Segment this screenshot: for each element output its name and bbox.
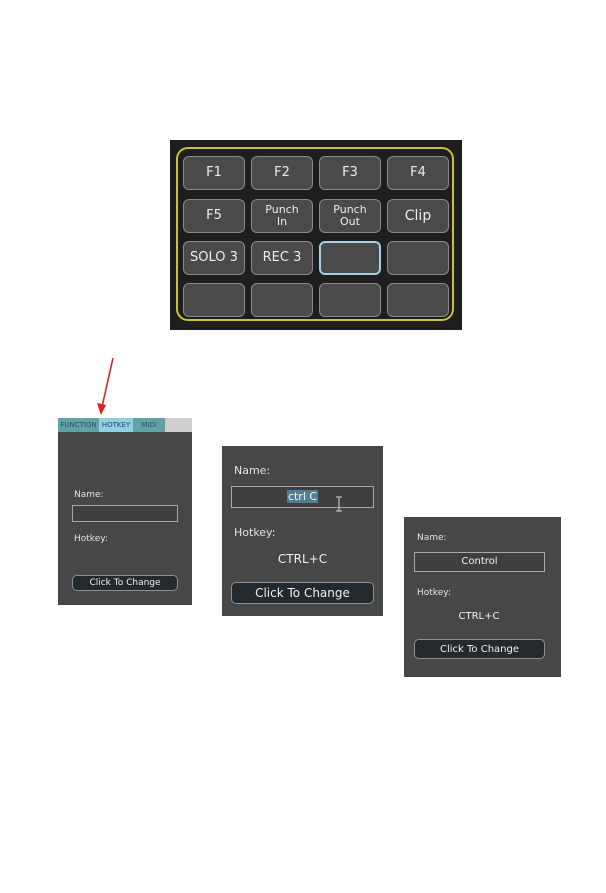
name-input[interactable]: Control — [414, 552, 545, 572]
pad-button[interactable]: F4 — [387, 156, 449, 190]
pad-button[interactable]: Punch Out — [319, 199, 381, 233]
pad-button[interactable] — [387, 241, 449, 275]
name-label: Name: — [234, 464, 271, 477]
name-input[interactable] — [72, 505, 178, 522]
pad-button[interactable] — [319, 283, 381, 317]
tab-midi[interactable]: MIDI — [133, 418, 165, 432]
hotkey-label: Hotkey: — [417, 588, 451, 598]
click-to-change-button[interactable]: Click To Change — [414, 639, 545, 659]
pad-button[interactable]: Clip — [387, 199, 449, 233]
red-arrow-icon — [97, 357, 114, 415]
hotkey-panel-done: Name: Control Hotkey: CTRL+C Click To Ch… — [404, 517, 561, 677]
pad-button[interactable]: F1 — [183, 156, 245, 190]
pad-button[interactable] — [387, 283, 449, 317]
tab-function[interactable]: FUNCTION — [58, 418, 99, 432]
click-to-change-button[interactable]: Click To Change — [231, 582, 374, 604]
pad-button[interactable]: F5 — [183, 199, 245, 233]
hotkey-panel-empty: FUNCTION HOTKEY MIDI Name: Hotkey: Click… — [58, 418, 192, 605]
hotkey-value: CTRL+C — [458, 611, 500, 622]
hotkey-label: Hotkey: — [74, 534, 108, 544]
pad-grid-panel: F1 F2 F3 F4 F5 Punch In Punch Out Clip SOLO 3 REC… — [170, 140, 462, 330]
pad-button[interactable]: SOLO 3 — [183, 241, 245, 275]
pad-button[interactable]: F3 — [319, 156, 381, 190]
tab-bar: FUNCTION HOTKEY MIDI — [58, 418, 192, 432]
hotkey-panel-editing: Name: ctrl C Hotkey: CTRL+C Click To Cha… — [222, 446, 383, 616]
name-input[interactable]: ctrl C — [231, 486, 374, 508]
name-input-selected-text: ctrl C — [286, 490, 319, 503]
pad-button[interactable] — [183, 283, 245, 317]
pad-button[interactable]: REC 3 — [251, 241, 313, 275]
pad-button[interactable]: F2 — [251, 156, 313, 190]
hotkey-value: CTRL+C — [277, 552, 328, 566]
pad-button[interactable]: Punch In — [251, 199, 313, 233]
name-label: Name: — [74, 490, 104, 500]
name-label: Name: — [417, 533, 447, 543]
pad-button[interactable] — [251, 283, 313, 317]
hotkey-label: Hotkey: — [234, 526, 276, 539]
text-cursor-icon — [336, 496, 342, 512]
click-to-change-button[interactable]: Click To Change — [72, 575, 178, 591]
tab-hotkey[interactable]: HOTKEY — [99, 418, 133, 432]
pad-button[interactable] — [319, 241, 381, 275]
